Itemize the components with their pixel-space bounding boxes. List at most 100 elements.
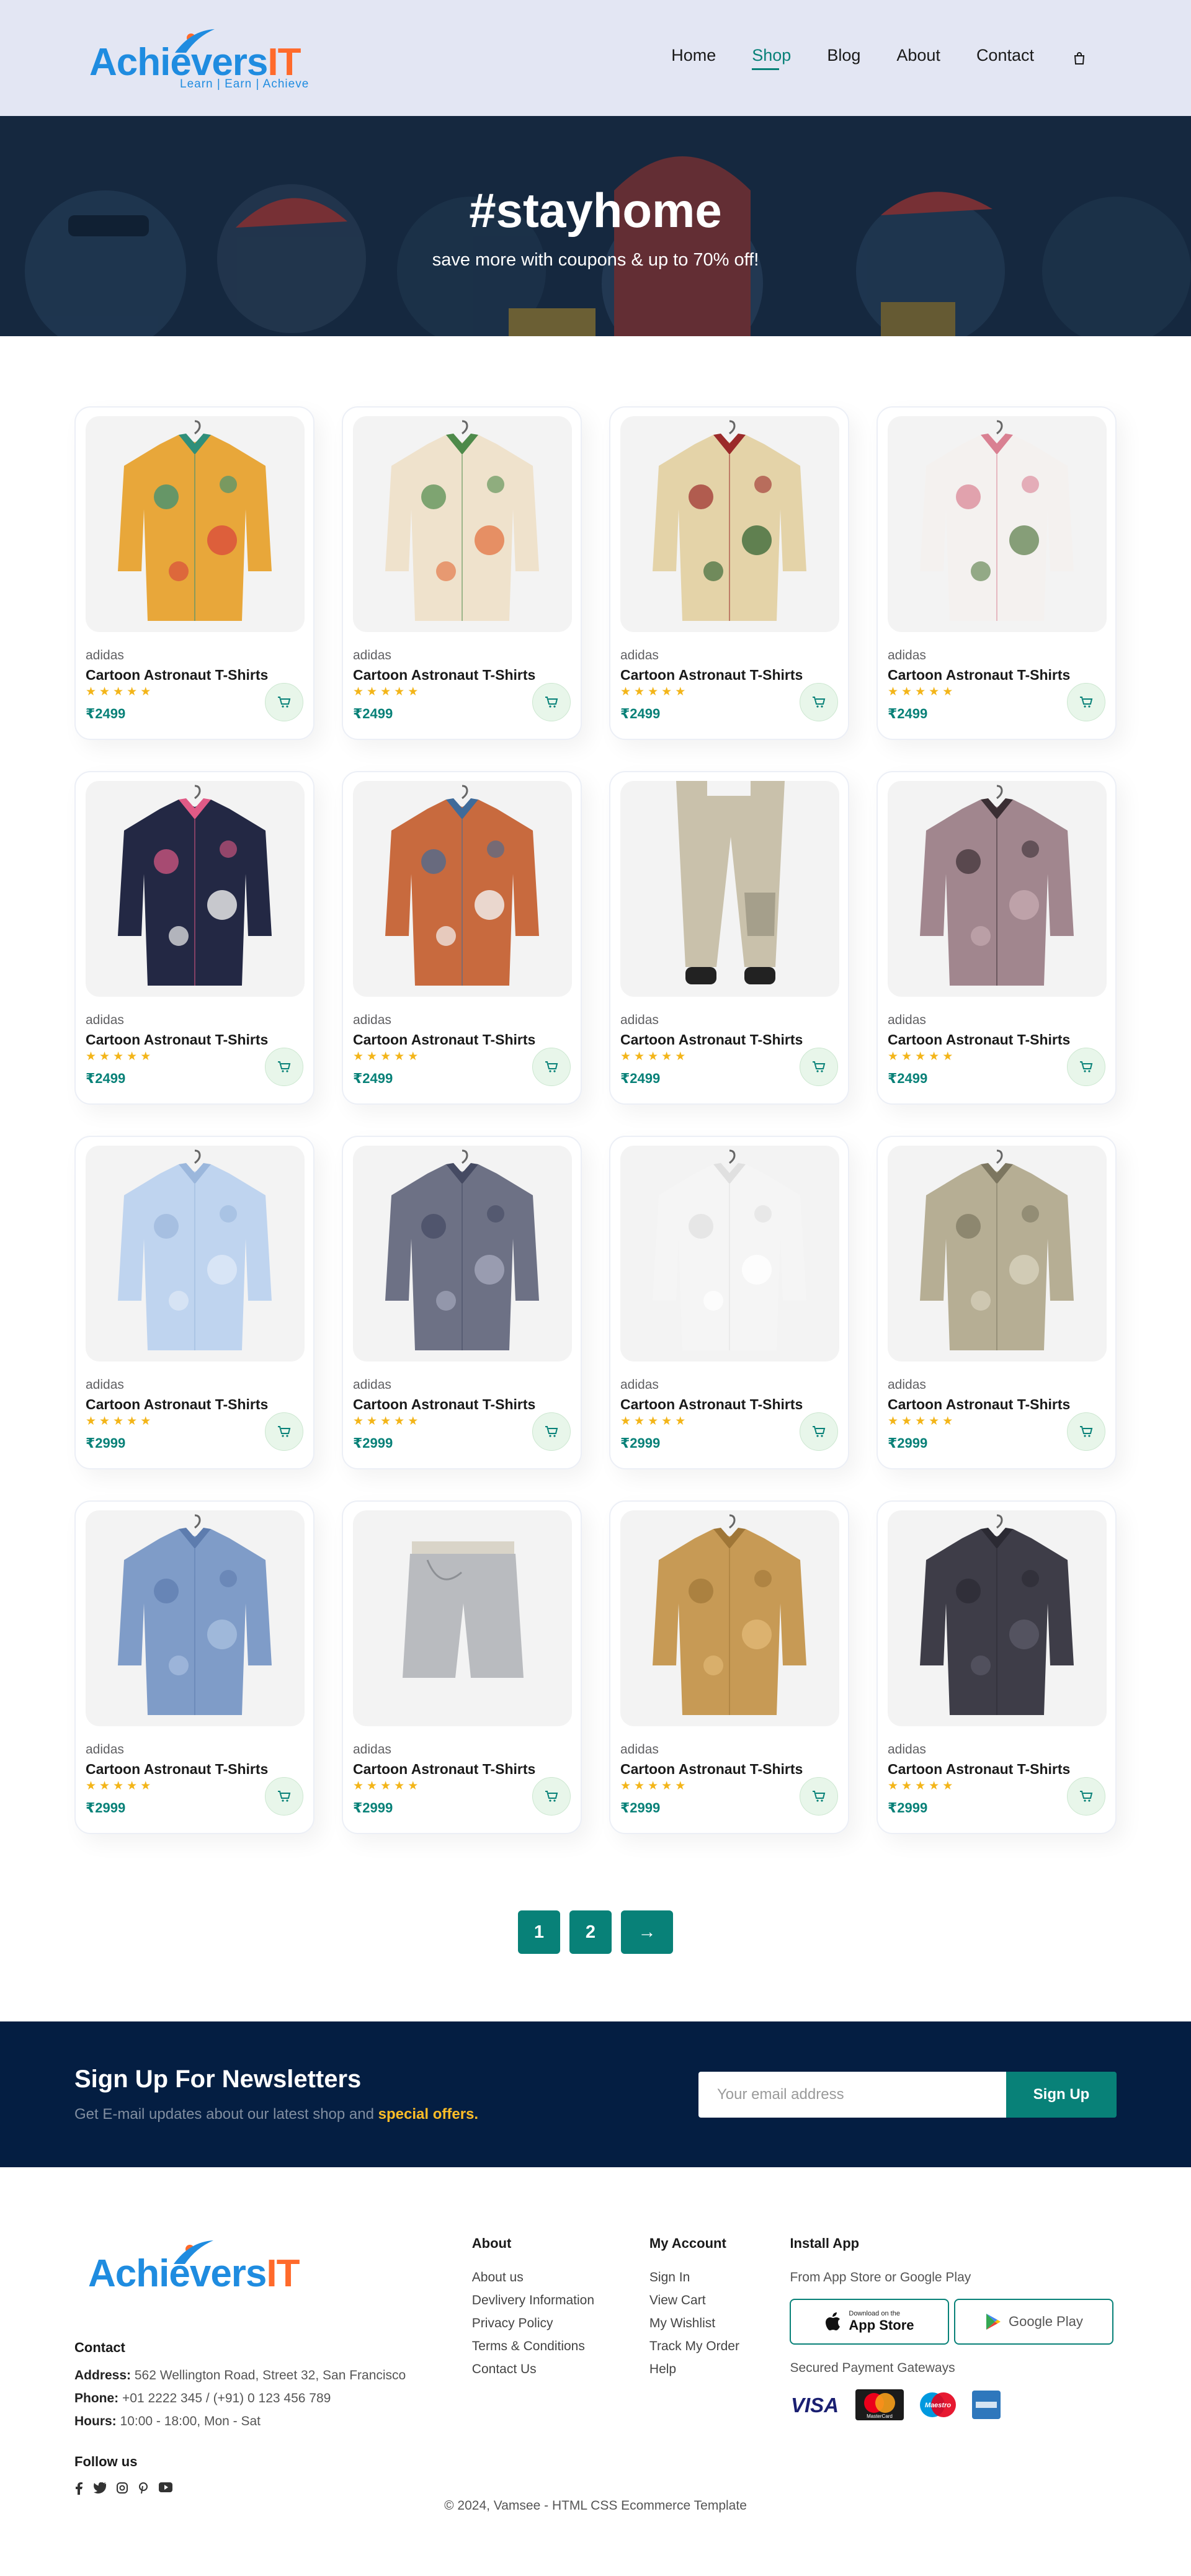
nav-about[interactable]: About: [896, 46, 940, 70]
product-brand: adidas: [86, 1378, 124, 1392]
footer-logo[interactable]: AchieversIT: [86, 2235, 334, 2304]
add-to-cart-button[interactable]: [800, 1048, 838, 1086]
footer-link-help[interactable]: Help: [649, 2362, 790, 2377]
footer-about-column: About About us Devlivery Information Pri…: [472, 2235, 649, 2539]
add-to-cart-button[interactable]: [532, 683, 571, 721]
star-icon: ★: [140, 1415, 151, 1428]
page-1-button[interactable]: 1: [518, 1910, 560, 1954]
star-icon: ★: [367, 685, 378, 698]
footer-link-delivery-info[interactable]: Devlivery Information: [472, 2293, 649, 2308]
product-card[interactable]: adidas Cartoon Astronaut T-Shirts ★ ★ ★ ★ ★ …: [74, 1136, 314, 1469]
product-image-shirt-light-blue[interactable]: [86, 1146, 305, 1362]
product-card[interactable]: adidas Cartoon Astronaut T-Shirts ★ ★ ★ ★ ★ …: [877, 1500, 1117, 1834]
add-to-cart-button[interactable]: [265, 1777, 303, 1816]
product-image-shirt-charcoal[interactable]: [888, 1510, 1107, 1726]
footer-link-privacy[interactable]: Privacy Policy: [472, 2316, 649, 2331]
product-image-shirt-floral-red[interactable]: [620, 416, 839, 632]
product-image-shirt-tropical-yellow[interactable]: [86, 416, 305, 632]
site-header: AchieversIT Learn | Earn | Achieve Home …: [0, 0, 1191, 116]
contact-heading: Contact: [74, 2340, 125, 2355]
facebook-icon[interactable]: [74, 2482, 83, 2495]
add-to-cart-button[interactable]: [1067, 1048, 1105, 1086]
product-brand: adidas: [353, 1378, 391, 1392]
product-card[interactable]: adidas Cartoon Astronaut T-Shirts ★ ★ ★ ★ ★ …: [342, 406, 582, 740]
product-card[interactable]: adidas Cartoon Astronaut T-Shirts ★ ★ ★ ★ ★ …: [609, 406, 849, 740]
product-card[interactable]: adidas Cartoon Astronaut T-Shirts ★ ★ ★ ★ ★ …: [342, 1500, 582, 1834]
footer-link-terms[interactable]: Terms & Conditions: [472, 2339, 649, 2354]
product-image-trousers-beige[interactable]: [620, 781, 839, 997]
product-image-shirt-olive-print[interactable]: [888, 1146, 1107, 1362]
add-to-cart-button[interactable]: [800, 1412, 838, 1451]
product-card[interactable]: adidas Cartoon Astronaut T-Shirts ★ ★ ★ ★ ★ …: [74, 771, 314, 1105]
product-image-shirt-denim-blue[interactable]: [86, 1510, 305, 1726]
footer-link-view-cart[interactable]: View Cart: [649, 2293, 790, 2308]
star-icon: ★: [942, 1780, 953, 1793]
product-card[interactable]: adidas Cartoon Astronaut T-Shirts ★ ★ ★ ★ ★ …: [342, 771, 582, 1105]
product-card[interactable]: adidas Cartoon Astronaut T-Shirts ★ ★ ★ ★ ★ …: [877, 1136, 1117, 1469]
product-card[interactable]: adidas Cartoon Astronaut T-Shirts ★ ★ ★ ★ ★ …: [74, 406, 314, 740]
product-brand: adidas: [620, 1013, 659, 1027]
signup-button[interactable]: Sign Up: [1006, 2071, 1117, 2118]
nav-blog[interactable]: Blog: [827, 46, 860, 70]
pinterest-icon[interactable]: [138, 2482, 148, 2494]
shopping-bag-icon[interactable]: [1070, 49, 1089, 68]
nav-shop[interactable]: Shop: [752, 46, 791, 70]
add-to-cart-button[interactable]: [532, 1777, 571, 1816]
product-card[interactable]: adidas Cartoon Astronaut T-Shirts ★ ★ ★ ★ ★ …: [342, 1136, 582, 1469]
add-to-cart-button[interactable]: [532, 1048, 571, 1086]
email-input[interactable]: Your email address: [698, 2071, 1006, 2118]
page-2-button[interactable]: 2: [569, 1910, 612, 1954]
product-image-shirt-tan[interactable]: [620, 1510, 839, 1726]
add-to-cart-button[interactable]: [1067, 1777, 1105, 1816]
footer-link-wishlist[interactable]: My Wishlist: [649, 2316, 790, 2331]
add-to-cart-button[interactable]: [265, 1412, 303, 1451]
star-icon: ★: [901, 1050, 912, 1063]
product-image-shirt-floral-white[interactable]: [888, 416, 1107, 632]
add-to-cart-button[interactable]: [1067, 683, 1105, 721]
product-image-shirt-white[interactable]: [620, 1146, 839, 1362]
svg-text:Maestro: Maestro: [925, 2402, 951, 2409]
youtube-icon[interactable]: [159, 2482, 172, 2492]
product-brand: adidas: [888, 648, 926, 662]
add-to-cart-button[interactable]: [800, 683, 838, 721]
star-icon: ★: [353, 1050, 364, 1063]
product-card[interactable]: adidas Cartoon Astronaut T-Shirts ★ ★ ★ ★ ★ …: [877, 406, 1117, 740]
product-title: Cartoon Astronaut T-Shirts: [888, 1396, 1071, 1412]
product-image-shirt-striped-navy[interactable]: [353, 1146, 572, 1362]
product-card[interactable]: adidas Cartoon Astronaut T-Shirts ★ ★ ★ ★ ★ …: [609, 1500, 849, 1834]
add-to-cart-button[interactable]: [1067, 1412, 1105, 1451]
cart-icon: [545, 1061, 558, 1072]
product-brand: adidas: [353, 1013, 391, 1027]
product-image-top-mauve-print[interactable]: [888, 781, 1107, 997]
google-play-button[interactable]: Google Play: [954, 2299, 1114, 2345]
footer-link-sign-in[interactable]: Sign In: [649, 2270, 790, 2285]
nav-contact[interactable]: Contact: [976, 46, 1034, 70]
footer-link-about-us[interactable]: About us: [472, 2270, 649, 2285]
footer-link-track-order[interactable]: Track My Order: [649, 2339, 790, 2354]
product-card[interactable]: adidas Cartoon Astronaut T-Shirts ★ ★ ★ ★ ★ …: [877, 771, 1117, 1105]
app-store-button[interactable]: Download on the App Store: [790, 2299, 950, 2345]
instagram-icon[interactable]: [117, 2482, 128, 2494]
logo-wordmark: AchieversIT: [88, 2252, 300, 2295]
product-card[interactable]: adidas Cartoon Astronaut T-Shirts ★ ★ ★ ★ ★ …: [74, 1500, 314, 1834]
add-to-cart-button[interactable]: [800, 1777, 838, 1816]
add-to-cart-button[interactable]: [265, 1048, 303, 1086]
next-page-button[interactable]: →: [621, 1910, 673, 1954]
product-image-shirt-navy-floral[interactable]: [86, 781, 305, 997]
add-to-cart-button[interactable]: [532, 1412, 571, 1451]
logo[interactable]: AchieversIT Learn | Earn | Achieve: [87, 24, 323, 92]
product-card[interactable]: adidas Cartoon Astronaut T-Shirts ★ ★ ★ ★ ★ …: [609, 1136, 849, 1469]
address-line: Address: 562 Wellington Road, Street 32,…: [74, 2368, 406, 2382]
star-icon: ★: [367, 1415, 378, 1428]
product-image-shirt-orange-denim[interactable]: [353, 781, 572, 997]
add-to-cart-button[interactable]: [265, 683, 303, 721]
footer-install-column: Install App From App Store or Google Pla…: [790, 2235, 1117, 2539]
twitter-icon[interactable]: [94, 2482, 106, 2494]
product-image-shorts-grey[interactable]: [353, 1510, 572, 1726]
account-heading: My Account: [649, 2235, 726, 2251]
site-footer: AchieversIT Contact Address: 562 Welling…: [0, 2167, 1191, 2539]
nav-home[interactable]: Home: [671, 46, 716, 70]
product-image-shirt-leaf-beige[interactable]: [353, 416, 572, 632]
footer-link-contact[interactable]: Contact Us: [472, 2362, 649, 2377]
product-card[interactable]: adidas Cartoon Astronaut T-Shirts ★ ★ ★ ★ ★ …: [609, 771, 849, 1105]
